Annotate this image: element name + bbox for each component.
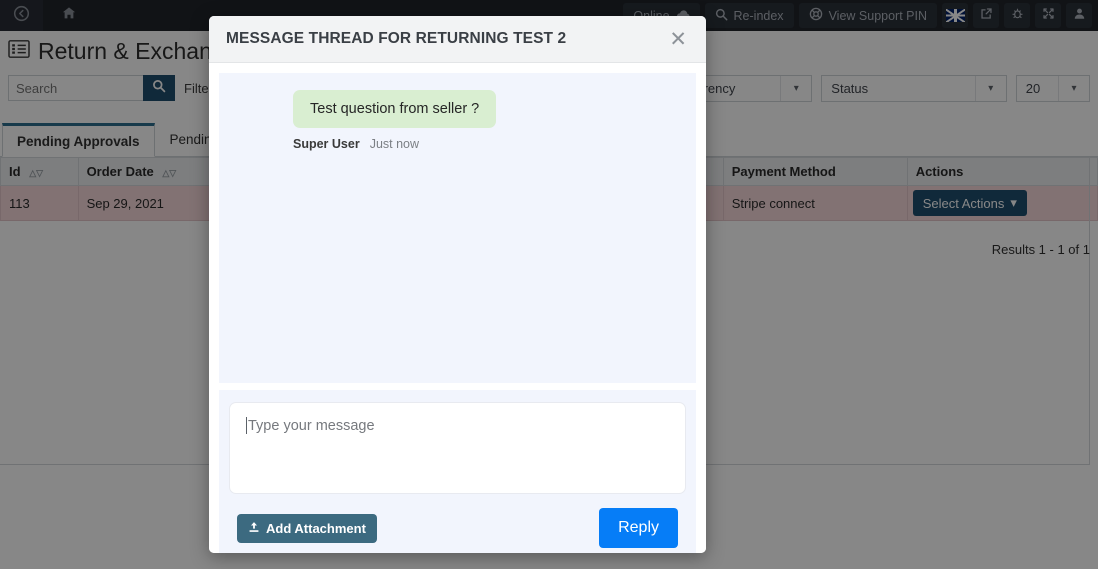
modal-title: Message Thread For Returning Test 2 [226, 30, 567, 47]
modal-body: Test question from seller ? Super User J… [209, 63, 706, 553]
compose-actions: Add Attachment Reply [229, 508, 686, 548]
message-thread-scroll-area[interactable]: Test question from seller ? Super User J… [219, 73, 696, 383]
compose-section: Type your message Add Attachment Reply [219, 390, 696, 553]
reply-label: Reply [618, 519, 659, 536]
message-item: Test question from seller ? Super User J… [237, 90, 678, 151]
message-input-placeholder: Type your message [248, 418, 375, 434]
message-author: Super User [293, 137, 360, 151]
reply-button[interactable]: Reply [599, 508, 678, 548]
message-thread-modal: Message Thread For Returning Test 2 ✕ Te… [209, 16, 706, 553]
message-timestamp: Just now [369, 137, 420, 151]
message-meta: Super User Just now [293, 137, 419, 151]
add-attachment-button[interactable]: Add Attachment [237, 513, 377, 543]
message-bubble: Test question from seller ? [293, 90, 497, 128]
add-attachment-label: Add Attachment [266, 520, 366, 536]
app-window: Online Re-index [0, 0, 1098, 569]
text-cursor [246, 417, 247, 434]
close-icon[interactable]: ✕ [667, 27, 689, 52]
message-input[interactable]: Type your message [229, 402, 686, 494]
modal-header: Message Thread For Returning Test 2 ✕ [209, 16, 706, 63]
upload-icon [248, 521, 260, 536]
